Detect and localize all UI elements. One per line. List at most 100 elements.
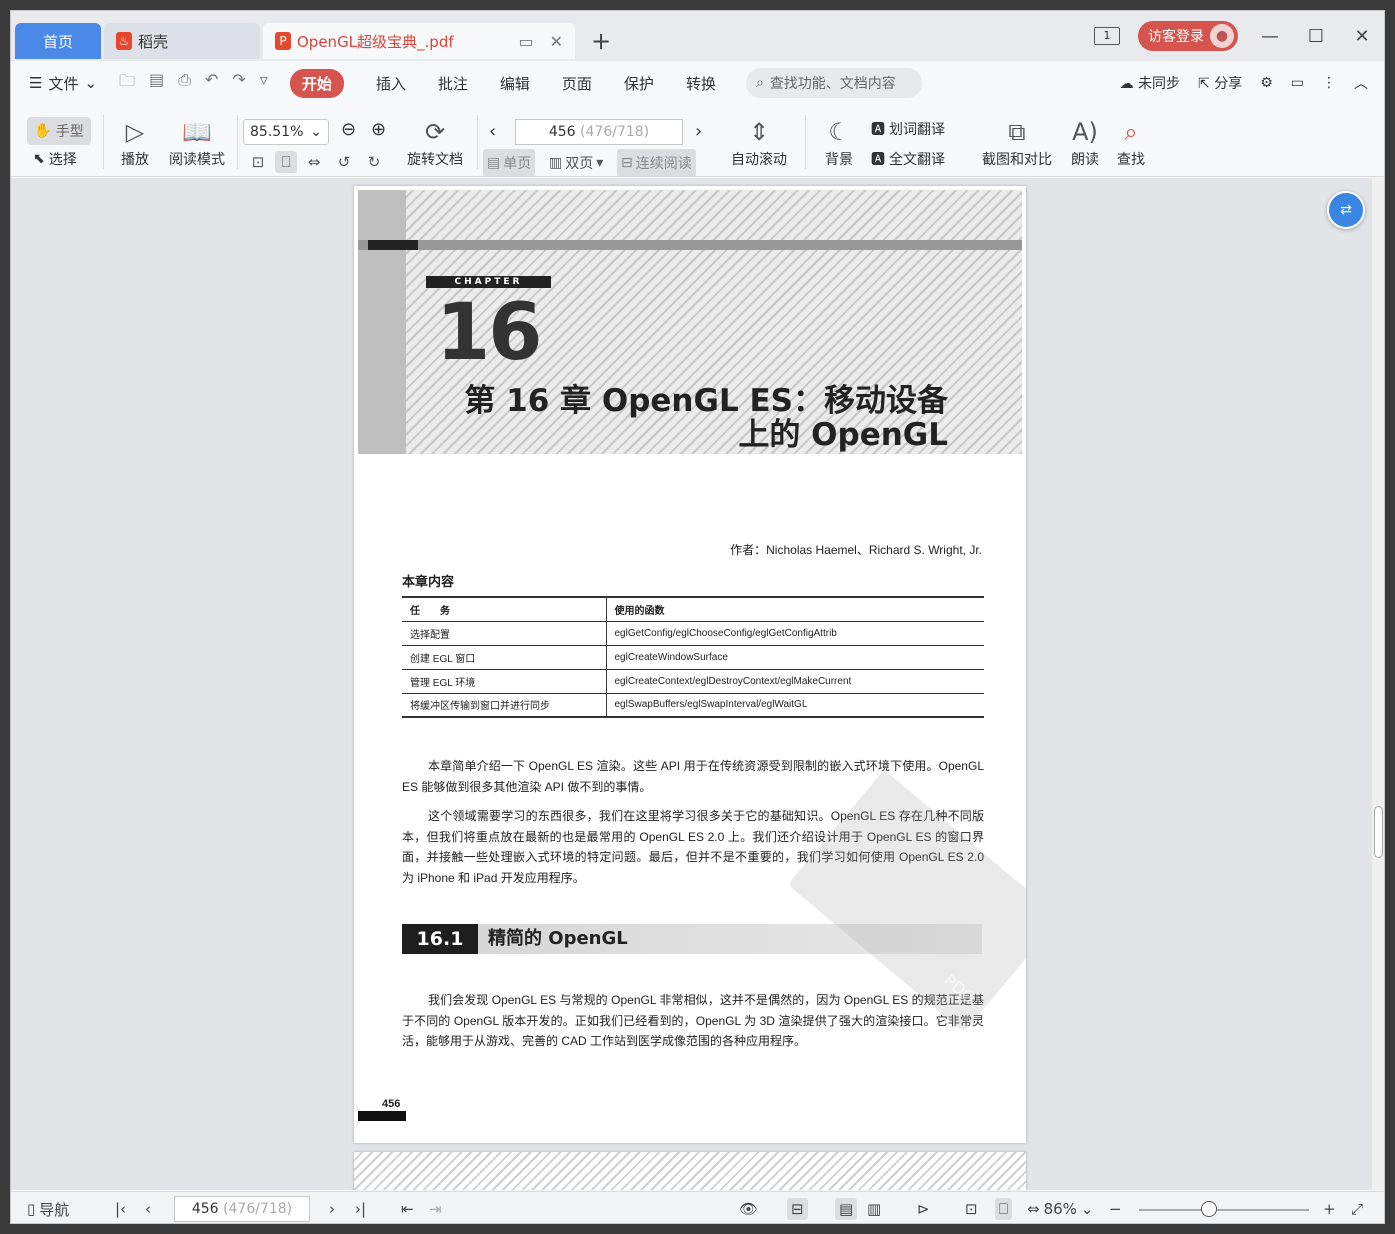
eye-protection-icon[interactable]: 👁 <box>739 1198 758 1220</box>
play-circle-icon[interactable]: ⊳ <box>917 1198 930 1220</box>
chapter-number: 16 <box>436 288 543 378</box>
double-page-button[interactable]: ▥ 双页 ▾ <box>545 149 607 177</box>
zoom-in-icon[interactable]: + <box>1323 1198 1336 1220</box>
next-page-icon[interactable]: › <box>329 1198 335 1220</box>
ribbon-toolbar: ✋ 手型 ⬉ 选择 ▷ 播放 📖 阅读模式 85.51% ⌄ ⊖ ⊕ ⊡ ⎕ ⇔… <box>11 105 1384 177</box>
status-page-input[interactable]: 456 (476/718) <box>174 1196 310 1222</box>
undo-icon[interactable]: ↶ <box>205 70 218 97</box>
search-icon: ⌕ <box>755 75 764 91</box>
single-page-button[interactable]: ▤ 单页 <box>483 149 536 177</box>
close-window-icon[interactable]: ✕ <box>1348 26 1376 47</box>
tab-document[interactable]: P OpenGL超级宝典_.pdf ▭ ✕ <box>263 23 575 59</box>
last-page-icon[interactable]: ›| <box>355 1198 366 1220</box>
menu-insert[interactable]: 插入 <box>376 73 406 94</box>
banner-rule-accent <box>368 240 418 250</box>
guest-login-button[interactable]: 访客登录 ● <box>1138 21 1238 51</box>
comment-icon[interactable]: ▭ <box>1291 75 1304 91</box>
sync-status[interactable]: ☁ 未同步 <box>1120 73 1180 93</box>
rotate-document-button[interactable]: ⟳ 旋转文档 <box>403 117 467 169</box>
table-cell: eglCreateContext/eglDestroyContext/eglMa… <box>606 669 984 694</box>
zoom-in-icon[interactable]: ⊕ <box>371 119 386 140</box>
tab-home[interactable]: 首页 <box>15 23 101 59</box>
fit-page-icon[interactable]: ⎕ <box>275 151 297 173</box>
continuous-read-button[interactable]: ⊟ 连续阅读 <box>617 149 696 177</box>
read-mode-button[interactable]: 📖 阅读模式 <box>165 117 229 169</box>
scrollbar-thumb[interactable] <box>1374 806 1383 858</box>
share-button[interactable]: ⇱ 分享 <box>1198 73 1242 93</box>
next-page-icon[interactable]: › <box>695 121 702 142</box>
first-page-icon[interactable]: |‹ <box>115 1198 126 1220</box>
print-icon[interactable]: ⎙ <box>178 70 191 97</box>
find-label: 查找 <box>1117 152 1145 168</box>
find-button[interactable]: ⌕ 查找 <box>1113 117 1149 169</box>
prev-page-icon[interactable]: ‹ <box>145 1198 151 1220</box>
tab-daoke[interactable]: ♨ 稻壳 <box>104 23 260 59</box>
back-icon[interactable]: ⇤ <box>401 1198 414 1220</box>
convert-image-icon[interactable]: ⇄ <box>1327 191 1365 229</box>
search-box[interactable]: ⌕ 查找功能、文档内容 <box>745 68 922 98</box>
word-translate-button[interactable]: 🅰 划词翻译 <box>871 119 945 139</box>
title-bar: 首页 ♨ 稻壳 P OpenGL超级宝典_.pdf ▭ ✕ + 1 访客登录 ●… <box>11 11 1384 61</box>
minimize-icon[interactable]: — <box>1256 26 1284 47</box>
save-icon[interactable]: ▤ <box>149 70 164 97</box>
new-tab-button[interactable]: + <box>591 27 611 55</box>
collapse-ribbon-icon[interactable]: ︿ <box>1354 73 1368 93</box>
speaker-text-icon: A) <box>1072 118 1098 146</box>
menu-protect[interactable]: 保护 <box>624 73 654 94</box>
double-page-label: 双页 <box>565 156 594 172</box>
file-menu[interactable]: ☰ 文件 ⌄ <box>29 73 97 94</box>
vertical-scrollbar[interactable] <box>1372 178 1384 1190</box>
fullscreen-icon[interactable]: ⤢ <box>1351 1198 1363 1220</box>
redo-icon[interactable]: ↷ <box>232 70 245 97</box>
status-bar: ▯ 导航 |‹ ‹ 456 (476/718) › ›| ⇤ ⇥ 👁 ⊟ ▤ ▥… <box>11 1191 1384 1223</box>
zoom-slider-handle[interactable] <box>1201 1201 1217 1217</box>
maximize-icon[interactable]: ☐ <box>1302 26 1330 47</box>
page-number: 456 <box>382 1098 401 1110</box>
play-label: 播放 <box>121 152 149 168</box>
zoom-out-icon[interactable]: ⊖ <box>341 119 356 140</box>
double-page-view-icon[interactable]: ▥ <box>867 1198 881 1220</box>
document-viewport[interactable]: CHAPTER 16 第 16 章 OpenGL ES：移动设备 上的 Open… <box>11 178 1374 1190</box>
read-aloud-button[interactable]: A) 朗读 <box>1067 117 1103 169</box>
forward-icon[interactable]: ⇥ <box>429 1198 442 1220</box>
page-number-input[interactable]: 456 (476/718) <box>515 119 683 145</box>
menu-start[interactable]: 开始 <box>289 68 344 98</box>
single-page-label: 单页 <box>503 156 532 172</box>
background-button[interactable]: ☾ 背景 <box>817 117 861 169</box>
menu-convert[interactable]: 转换 <box>686 73 716 94</box>
chapter-title-line1: 第 16 章 OpenGL ES：移动设备 <box>464 383 948 419</box>
rotate-right-icon[interactable]: ↻ <box>363 151 385 173</box>
menu-edit[interactable]: 编辑 <box>500 73 530 94</box>
toolbar-divider <box>805 115 806 169</box>
window-layout-icon[interactable]: 1 <box>1094 27 1120 45</box>
screenshot-compare-button[interactable]: ⧉ 截图和对比 <box>977 117 1057 169</box>
select-tool-button[interactable]: ⬉ 选择 <box>33 149 77 169</box>
more-quick-icon[interactable]: ▿ <box>260 70 268 97</box>
close-tab-icon[interactable]: ✕ <box>550 32 563 51</box>
actual-size-icon[interactable]: ⊡ <box>247 151 269 173</box>
continuous-view-icon[interactable]: ⊟ <box>787 1198 808 1220</box>
play-button[interactable]: ▷ 播放 <box>115 117 155 169</box>
single-page-view-icon[interactable]: ▤ <box>835 1198 858 1220</box>
auto-scroll-button[interactable]: ⇕ 自动滚动 <box>723 117 795 169</box>
full-translate-button[interactable]: 🅰 全文翻译 <box>871 149 945 169</box>
menu-page[interactable]: 页面 <box>562 73 592 94</box>
rotate-left-icon[interactable]: ↺ <box>333 151 355 173</box>
settings-gear-icon[interactable]: ⚙ <box>1260 75 1273 91</box>
hand-tool-button[interactable]: ✋ 手型 <box>27 117 91 145</box>
fit-page-icon[interactable]: ⎕ <box>995 1198 1013 1220</box>
zoom-slider[interactable] <box>1139 1209 1309 1211</box>
more-vertical-icon[interactable]: ⋮ <box>1322 75 1336 91</box>
actual-size-icon[interactable]: ⊡ <box>965 1198 978 1220</box>
zoom-dropdown[interactable]: ⇔ 86% ⌄ <box>1027 1198 1094 1220</box>
navigation-toggle[interactable]: ▯ 导航 <box>27 1198 69 1220</box>
open-folder-icon[interactable]: 🗀 <box>119 70 135 97</box>
prev-page-icon[interactable]: ‹ <box>489 121 496 142</box>
menu-bar: ☰ 文件 ⌄ 🗀 ▤ ⎙ ↶ ↷ ▿ 开始 插入 批注 编辑 页面 保护 转换 … <box>11 61 1384 105</box>
menu-annotate[interactable]: 批注 <box>438 73 468 94</box>
section-title: 精简的 OpenGL <box>488 928 628 949</box>
zoom-select[interactable]: 85.51% ⌄ <box>243 119 329 145</box>
zoom-out-icon[interactable]: − <box>1109 1198 1122 1220</box>
float-window-icon[interactable]: ▭ <box>518 32 533 51</box>
fit-width-icon[interactable]: ⇔ <box>303 151 325 173</box>
